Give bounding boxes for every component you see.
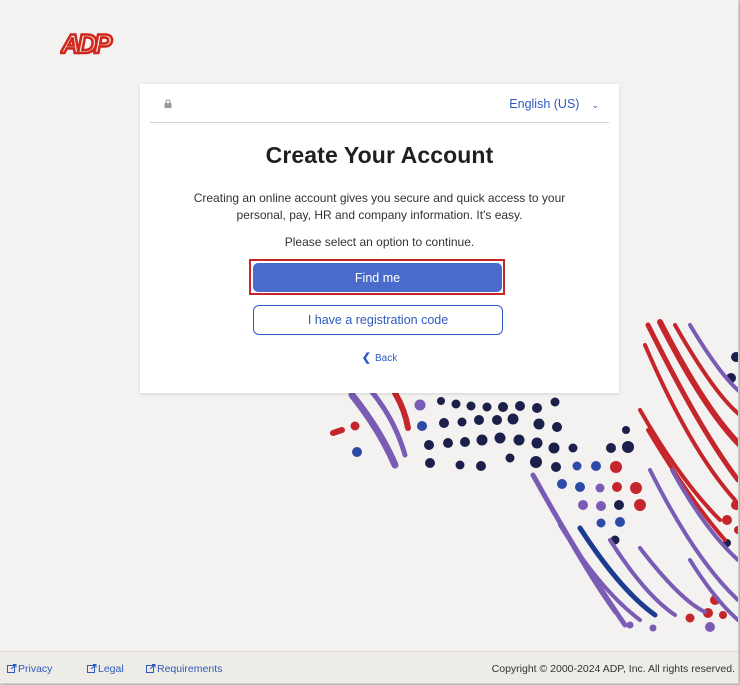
external-link-icon — [146, 664, 156, 673]
page-title: Create Your Account — [265, 142, 494, 168]
select-option-prompt: Please select an option to continue. — [284, 235, 475, 249]
find-me-button[interactable]: Find me — [253, 263, 502, 292]
footer-link-legal[interactable]: Legal — [87, 663, 124, 675]
language-select[interactable]: English (US) ⌄ — [509, 97, 599, 111]
external-link-icon — [7, 664, 17, 673]
lock-icon — [164, 99, 172, 108]
footer-link-requirements[interactable]: Requirements — [146, 663, 222, 675]
card-header: English (US) ⌄ — [150, 84, 609, 123]
adp-logo: ADP — [60, 28, 117, 58]
footer: Privacy Legal Requirements Copyright © 2… — [0, 651, 738, 683]
chevron-down-icon: ⌄ — [591, 100, 599, 110]
language-label: English (US) — [509, 97, 580, 111]
copyright-text: Copyright © 2000-2024 ADP, Inc. All righ… — [491, 663, 735, 675]
browser-window: ADP English (US) ⌄ Create Your Account Cr… — [0, 0, 739, 684]
chevron-left-icon: ❮ — [361, 352, 371, 364]
svg-text:ADP: ADP — [60, 29, 113, 58]
footer-link-privacy[interactable]: Privacy — [7, 663, 52, 675]
footer-link-label: Legal — [98, 663, 124, 675]
external-link-icon — [87, 664, 97, 673]
create-account-card: English (US) ⌄ Create Your Account Creati… — [140, 84, 619, 393]
footer-link-label: Privacy — [18, 663, 53, 675]
back-label: Back — [374, 353, 398, 364]
account-description: Creating an online account gives you sec… — [193, 191, 566, 222]
registration-code-button[interactable]: I have a registration code — [253, 305, 503, 335]
footer-link-label: Requirements — [157, 663, 223, 675]
back-link[interactable]: ❮ Back — [140, 351, 619, 364]
